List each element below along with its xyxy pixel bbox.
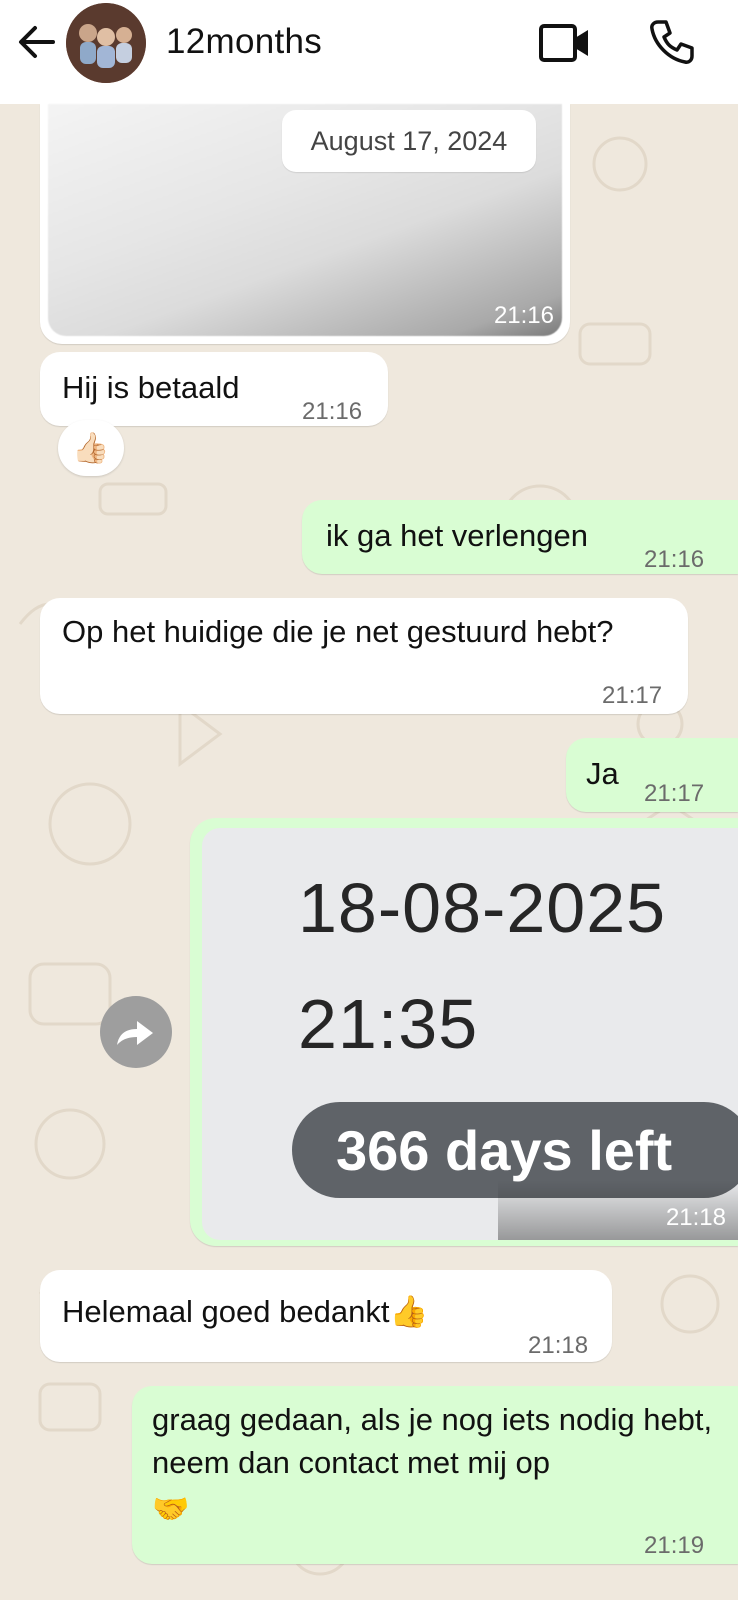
screenshot-date: 18-08-2025 — [298, 869, 667, 947]
date-separator: August 17, 2024 — [282, 110, 536, 172]
video-call-button[interactable] — [538, 22, 592, 64]
message-text: Ja — [586, 756, 619, 791]
chat-header: 12months — [0, 0, 738, 104]
reaction-thumbs-up-icon[interactable]: 👍🏻 — [58, 420, 124, 476]
message-text: graag gedaan, als je nog iets nodig hebt… — [152, 1402, 713, 1480]
phone-icon — [650, 20, 694, 64]
message-text: Hij is betaald — [62, 370, 240, 405]
reaction-emoji: 👍🏻 — [72, 431, 110, 465]
contact-avatar[interactable] — [66, 3, 146, 83]
voice-call-button[interactable] — [648, 18, 696, 66]
forward-icon — [117, 1021, 153, 1045]
back-button[interactable] — [14, 22, 60, 62]
message-text: Helemaal goed bedankt👍 — [62, 1294, 429, 1329]
handshake-emoji: 🤝 — [152, 1493, 190, 1526]
message-time: 21:17 — [602, 682, 663, 709]
message-time: 21:18 — [665, 1204, 726, 1231]
contact-name[interactable]: 12months — [166, 22, 322, 62]
message-text: Op het huidige die je net gestuurd hebt? — [62, 614, 614, 649]
outgoing-message[interactable]: Ja 21:17 — [566, 738, 738, 812]
message-time: 21:18 — [528, 1332, 589, 1359]
outgoing-message[interactable]: graag gedaan, als je nog iets nodig hebt… — [132, 1386, 738, 1564]
message-time: 21:16 — [493, 302, 554, 329]
video-camera-icon — [539, 24, 588, 62]
screenshot-message[interactable]: 18-08-2025 21:35 366 days left 21:18 — [190, 818, 738, 1246]
message-text: ik ga het verlengen — [326, 518, 588, 553]
screenshot-clock: 21:35 — [298, 985, 479, 1063]
forward-button[interactable] — [100, 996, 172, 1068]
outgoing-message[interactable]: ik ga het verlengen 21:16 — [302, 500, 738, 574]
screenshot-image[interactable]: 18-08-2025 21:35 366 days left — [202, 828, 738, 1240]
incoming-message[interactable]: Hij is betaald 21:16 — [40, 352, 388, 426]
message-time: 21:16 — [302, 398, 363, 425]
incoming-message[interactable]: Op het huidige die je net gestuurd hebt?… — [40, 598, 688, 714]
days-left-text: 366 days left — [336, 1118, 673, 1182]
arrow-left-icon — [19, 26, 55, 58]
message-time: 21:19 — [644, 1532, 705, 1559]
message-time: 21:16 — [644, 546, 705, 573]
message-time: 21:17 — [644, 780, 705, 807]
incoming-message[interactable]: Helemaal goed bedankt👍 21:18 — [40, 1270, 612, 1362]
